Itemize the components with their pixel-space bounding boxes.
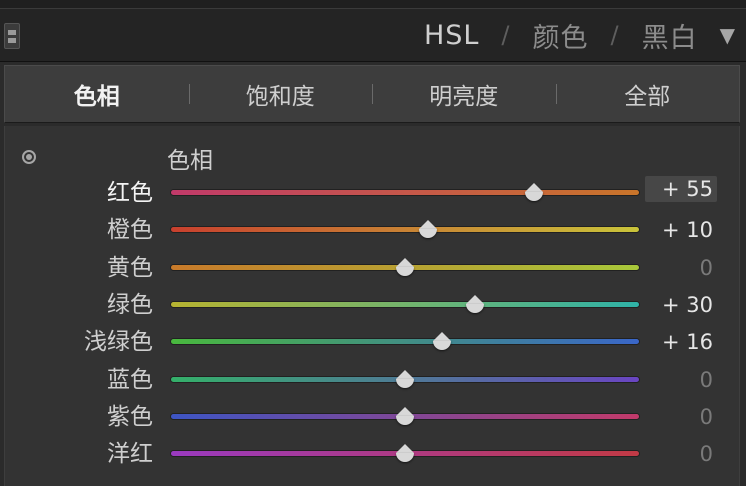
collapse-triangle-icon[interactable]: ▼ [720,23,736,47]
slider-track[interactable] [171,227,639,233]
mode-switcher: HSL / 颜色 / 黑白 ▼ [424,9,736,61]
slider-label: 浅绿色 [84,329,153,356]
mode-color[interactable]: 颜色 [533,16,589,55]
slider-thumb[interactable] [396,444,414,463]
slider-label: 洋红 [107,441,153,468]
hsl-tabs: 色相 饱和度 明亮度 全部 [4,65,740,123]
slider-thumb[interactable] [396,406,414,425]
panel-header: HSL / 颜色 / 黑白 ▼ [0,8,746,62]
slider-thumb[interactable] [419,220,438,239]
slider-value[interactable]: + 55 [645,176,717,202]
toggle-bar-bottom [8,37,16,43]
slider-row-purple: 紫色 0 [5,399,741,436]
slider-thumb[interactable] [524,183,543,201]
target-adjust-icon[interactable] [22,150,36,164]
slider-thumb[interactable] [433,332,452,351]
slider-row-orange: 橙色 + 10 [5,212,741,249]
panel-collapse-toggle[interactable] [4,23,20,49]
slider-label: 绿色 [107,291,153,318]
tab-saturation[interactable]: 饱和度 [188,77,373,111]
slider-label: 橙色 [107,217,153,244]
slider-value[interactable]: + 16 [645,324,717,361]
slider-row-aqua: 浅绿色 + 16 [5,324,741,361]
mode-hsl[interactable]: HSL [424,20,479,51]
tab-luminance[interactable]: 明亮度 [372,77,556,111]
top-strip [0,0,746,8]
slider-track[interactable] [171,190,639,195]
slider-value[interactable]: 0 [645,362,717,399]
slider-row-blue: 蓝色 0 [5,362,741,399]
slider-value[interactable]: 0 [645,250,717,287]
slider-value[interactable]: + 10 [645,212,717,249]
slider-track[interactable] [171,301,639,307]
slider-thumb[interactable] [466,294,485,313]
mode-separator: / [501,21,511,49]
tab-all[interactable]: 全部 [555,77,740,111]
hue-panel: 色相 红色 + 55 橙色 + 10 黄色 0 绿色 + 30 浅绿色 + 16 蓝色 0 紫色 0 洋红 0 [4,126,740,486]
mode-separator: / [610,21,620,49]
slider-thumb[interactable] [396,369,414,388]
slider-label: 黄色 [107,254,153,281]
slider-track[interactable] [171,339,639,345]
slider-value[interactable]: + 30 [645,287,717,324]
mode-bw[interactable]: 黑白 [642,16,698,55]
tab-hue[interactable]: 色相 [5,77,189,111]
slider-value[interactable]: 0 [645,436,717,473]
slider-label: 紫色 [107,403,153,430]
slider-row-yellow: 黄色 0 [5,250,741,287]
slider-row-red: 红色 + 55 [5,175,741,212]
slider-thumb[interactable] [396,257,414,276]
slider-value[interactable]: 0 [645,399,717,436]
slider-row-green: 绿色 + 30 [5,287,741,324]
slider-label: 红色 [107,180,153,206]
slider-row-magenta: 洋红 0 [5,436,741,473]
toggle-bar-top [8,29,16,35]
section-title: 色相 [167,148,213,174]
slider-label: 蓝色 [107,366,153,393]
